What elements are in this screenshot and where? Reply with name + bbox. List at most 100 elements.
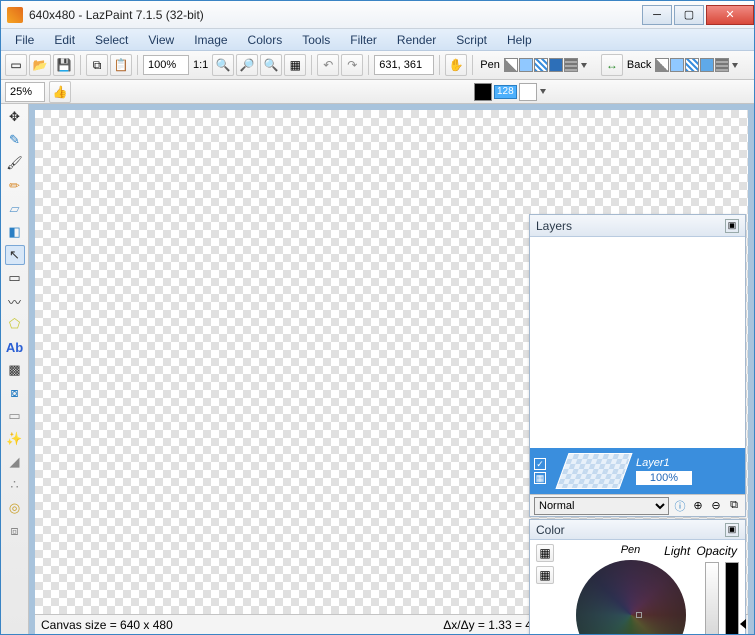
menu-select[interactable]: Select (87, 31, 136, 49)
color-panel-close-icon[interactable]: ▣ (725, 523, 739, 537)
pen-dropdown-icon[interactable] (581, 63, 587, 68)
fill-tool-icon[interactable]: ◧ (5, 222, 25, 242)
pensize-dropdown-icon[interactable] (540, 89, 546, 94)
layer-thumbnail (555, 453, 632, 489)
polygon-tool-icon[interactable]: ⬠ (5, 314, 25, 334)
layer-opacity[interactable]: 100% (636, 471, 692, 485)
menu-script[interactable]: Script (448, 31, 495, 49)
brush-tool-icon[interactable]: 🖌 (5, 153, 25, 173)
pen-size-field[interactable]: 128 (494, 85, 517, 99)
pen-swatch-checker[interactable] (534, 58, 548, 72)
redo-button[interactable]: ↷ (341, 54, 363, 76)
pointer-tool-icon[interactable]: ↖ (5, 245, 25, 265)
layer-row[interactable]: ✓ ▦ Layer1 100% (530, 448, 745, 494)
eraser-tool-icon[interactable]: ▱ (5, 199, 25, 219)
pen-swatch-light[interactable] (519, 58, 533, 72)
grid-button[interactable]: ▦ (284, 54, 306, 76)
menu-help[interactable]: Help (499, 31, 540, 49)
zoom-in-button[interactable]: 🔍 (212, 54, 234, 76)
menu-view[interactable]: View (140, 31, 182, 49)
color-picker-b-icon[interactable]: ▦ (536, 566, 554, 584)
swap-colors-button[interactable]: ↔ (601, 54, 623, 76)
zoom-fit-label[interactable]: 1:1 (191, 59, 210, 71)
menu-tools[interactable]: Tools (294, 31, 338, 49)
toolbox: ✥ ✎ 🖌 ✏ ▱ ◧ ↖ ▭ 〰 ⬠ Ab ▩ ⧇ ▭ ✨ ◢ ∴ ◎ ⧈ (1, 104, 29, 634)
pen-swatch-solid[interactable] (549, 58, 563, 72)
crop-tool-icon[interactable]: ⧈ (5, 521, 25, 541)
zoom-field[interactable]: 100% (143, 55, 189, 75)
color-picker-a-icon[interactable]: ▦ (536, 544, 554, 562)
layer-info-icon[interactable]: ⓘ (673, 499, 687, 513)
layers-panel-close-icon[interactable]: ▣ (725, 219, 739, 233)
rect-tool-icon[interactable]: ▭ (5, 268, 25, 288)
color-panel-title: Color (536, 523, 565, 537)
zoom2-field[interactable]: 25% (5, 82, 45, 102)
maximize-button[interactable]: ▢ (674, 5, 704, 25)
new-button[interactable]: ▭ (5, 54, 27, 76)
pen-swatches[interactable] (504, 58, 578, 72)
layer-visible-icon[interactable]: ✓ (534, 458, 546, 470)
color-wheel-selector-icon[interactable] (636, 612, 642, 618)
menu-image[interactable]: Image (186, 31, 235, 49)
deform-tool-icon[interactable]: ▩ (5, 360, 25, 380)
eyedropper-tool-icon[interactable]: ✎ (5, 130, 25, 150)
zoom-out-button[interactable]: 🔎 (236, 54, 258, 76)
window-title: 640x480 - LazPaint 7.1.5 (32-bit) (29, 8, 640, 22)
copy-button[interactable]: ⧉ (86, 54, 108, 76)
opacity-slider[interactable] (725, 562, 739, 634)
pencil-tool-icon[interactable]: ✏ (5, 176, 25, 196)
layer-lock-icon[interactable]: ▦ (534, 472, 546, 484)
blend-mode-select[interactable]: Normal (534, 497, 669, 515)
back-dropdown-icon[interactable] (732, 63, 738, 68)
pen-color-label: Pen (478, 59, 502, 71)
polyline-tool-icon[interactable]: 〰 (5, 291, 25, 311)
text-tool-icon[interactable]: Ab (5, 337, 25, 357)
zoom-tool-button[interactable]: 🔍 (260, 54, 282, 76)
menu-render[interactable]: Render (389, 31, 444, 49)
minimize-button[interactable]: ─ (642, 5, 672, 25)
back-color-label: Back (625, 59, 653, 71)
color-panel: Color ▣ ▦ ▦ Pen Light Opacity (529, 519, 746, 634)
selection-rect-tool-icon[interactable]: ▭ (5, 406, 25, 426)
back-swatch-solid[interactable] (700, 58, 714, 72)
back-swatch-checker[interactable] (685, 58, 699, 72)
menu-filter[interactable]: Filter (342, 31, 385, 49)
layer-merge-icon[interactable]: ⧉ (727, 499, 741, 513)
hand-tool-button[interactable]: ✋ (445, 54, 467, 76)
layers-panel: Layers ▣ ✓ ▦ Layer1 100% (529, 214, 746, 517)
paste-button[interactable]: 📋 (110, 54, 132, 76)
close-button[interactable]: ✕ (706, 5, 754, 25)
app-window: 640x480 - LazPaint 7.1.5 (32-bit) ─ ▢ ✕ … (0, 0, 755, 635)
back-swatch-light[interactable] (670, 58, 684, 72)
current-back-swatch[interactable] (519, 83, 537, 101)
secondary-toolbar: 25% 👍 128 (1, 80, 754, 104)
current-pen-swatch[interactable] (474, 83, 492, 101)
pen-swatch-pattern[interactable] (564, 58, 578, 72)
back-swatches[interactable] (655, 58, 729, 72)
menu-file[interactable]: File (7, 31, 42, 49)
thumbs-up-button[interactable]: 👍 (49, 81, 71, 103)
color-wheel[interactable] (576, 560, 686, 634)
magic-wand-tool-icon[interactable]: ✨ (5, 429, 25, 449)
layers-list[interactable]: ✓ ▦ Layer1 100% (530, 237, 745, 494)
back-swatch-gradient-icon[interactable] (655, 58, 669, 72)
color-opacity-label: Opacity (696, 544, 737, 558)
spray-tool-icon[interactable]: ∴ (5, 475, 25, 495)
move-tool-icon[interactable]: ✥ (5, 107, 25, 127)
layer-add-icon[interactable]: ⊕ (691, 499, 705, 513)
save-button[interactable]: 💾 (53, 54, 75, 76)
back-swatch-pattern[interactable] (715, 58, 729, 72)
layers-footer: Normal ⓘ ⊕ ⊖ ⧉ (530, 494, 745, 516)
menu-colors[interactable]: Colors (240, 31, 291, 49)
opacity-handle-icon[interactable] (740, 619, 746, 629)
pen-swatch-gradient-icon[interactable] (504, 58, 518, 72)
clone-tool-icon[interactable]: ⧇ (5, 383, 25, 403)
undo-button[interactable]: ↶ (317, 54, 339, 76)
lightness-slider[interactable] (705, 562, 719, 634)
menu-edit[interactable]: Edit (46, 31, 83, 49)
open-button[interactable]: 📂 (29, 54, 51, 76)
gradient-tool-icon[interactable]: ◢ (5, 452, 25, 472)
layer-name[interactable]: Layer1 (636, 457, 692, 469)
layer-remove-icon[interactable]: ⊖ (709, 499, 723, 513)
shape-tool-icon[interactable]: ◎ (5, 498, 25, 518)
